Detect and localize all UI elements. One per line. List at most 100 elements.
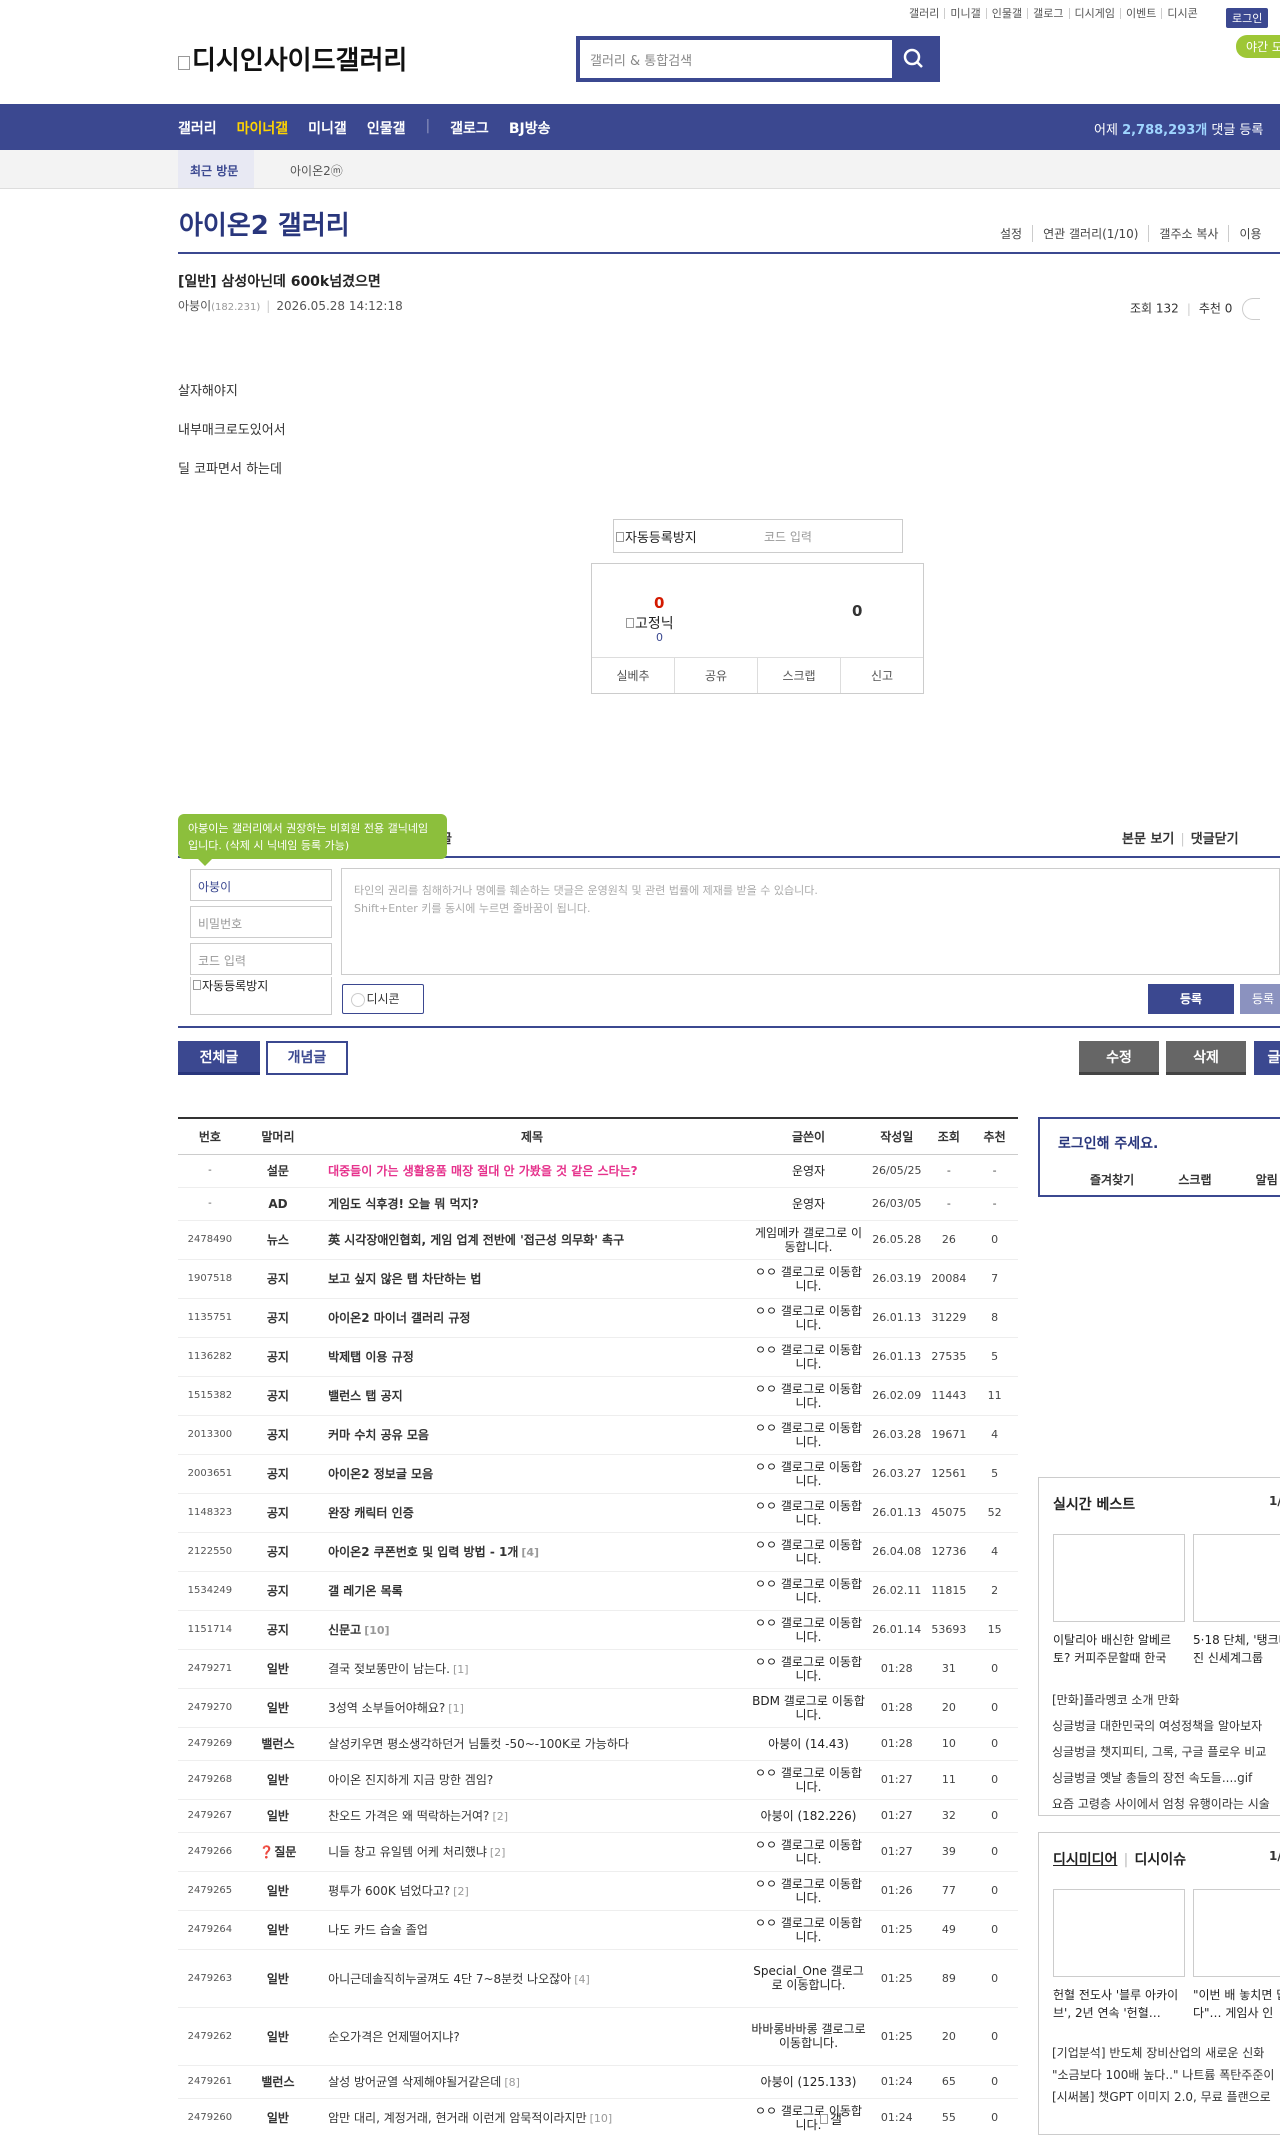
post-writer[interactable]: 아붕이 (182.226) [750, 1799, 867, 1833]
post-writer[interactable]: ㅇㅇ 갤로그로 이동합니다. [750, 1832, 867, 1872]
gallery-title[interactable]: 아이온2 갤러리 [179, 205, 350, 242]
copy-address-link[interactable]: 갤주소 복사 [1148, 225, 1228, 242]
post-row[interactable]: 2479270 일반 3성역 소부들어야해요? [1] BDM 갤로그로 이동합니다. 0… [178, 1688, 1018, 1728]
login-button[interactable]: 로그인 [1226, 8, 1269, 28]
best-list-item[interactable]: [만화]플라멩코 소개 만화 [1052, 1687, 1270, 1713]
realtime-best-title[interactable]: 실시간 베스트 [1053, 1494, 1135, 1514]
comment-count[interactable]: [4] [574, 1973, 590, 1986]
login-prompt[interactable]: 로그인해 주세요. [1058, 1133, 1158, 1153]
post-row[interactable]: 2479268 일반 아이온 진지하게 지금 망한 겜임? ㅇㅇ 갤로그로 이동합니다… [178, 1760, 1018, 1800]
nav-gallery[interactable]: 갤러리 [178, 118, 217, 138]
post-row[interactable]: 2479261 밸런스 살성 방어균열 삭제해야될거같은데 [8] 아붕이 (125.1… [178, 2065, 1018, 2099]
post-row[interactable]: 2479271 일반 결국 젖보똥만이 남는다. [1] ㅇㅇ 갤로그로 이동합니다. 0… [178, 1649, 1018, 1689]
post-subject-link[interactable]: 살성키우면 평소생각하던거 님툴컷 -50~-100K로 가능하다 [314, 1727, 751, 1761]
post-writer[interactable]: Special_One 갤로그로 이동합니다. [750, 1949, 867, 2008]
media-caption[interactable]: "이번 배 놓치면 답 없다"… 게임사 인 [1193, 1986, 1280, 2022]
post-row[interactable]: 1148323 공지 완장 캐릭터 인증 ㅇㅇ 갤로그로 이동합니다. 26.01.13… [178, 1493, 1018, 1533]
top-link[interactable]: 디시게임 [1068, 8, 1120, 19]
post-writer[interactable]: 게임메카 갤로그로 이동합니다. [750, 1220, 867, 1260]
nav-minor-gallery[interactable]: 마이너갤 [237, 118, 289, 138]
post-subject-link[interactable]: 아이온2 마이너 갤러리 규정 [314, 1298, 751, 1338]
post-subject-link[interactable]: 갤 레기온 목록 [314, 1571, 751, 1611]
comment-textarea[interactable]: 타인의 권리를 침해하거나 명예를 훼손하는 댓글은 운영원칙 및 관련 법률에… [341, 868, 1280, 975]
post-row[interactable]: 1135751 공지 아이온2 마이너 갤러리 규정 ㅇㅇ 갤로그로 이동합니다. 26… [178, 1298, 1018, 1338]
scrap-button[interactable]: 스크랩 [757, 658, 840, 693]
write-button[interactable]: 글 [1254, 1041, 1280, 1075]
post-subject-link[interactable]: 니들 창고 유일템 어케 처리했냐 [2] [314, 1832, 751, 1872]
comment-count[interactable]: [4] [521, 1546, 539, 1559]
comment-register-and-button[interactable]: 등록 [1240, 984, 1280, 1014]
comment-count[interactable]: [1] [448, 1702, 464, 1715]
best-list-item[interactable]: 싱글벙글 옛날 총들의 장전 속도들....gif [1052, 1765, 1270, 1791]
comment-count[interactable]: [1] [453, 1663, 469, 1676]
post-subject-link[interactable]: 아이온2 정보글 모음 [314, 1454, 751, 1494]
top-link[interactable]: 인물갤 [985, 8, 1027, 19]
alerts-link[interactable]: 알림 [1256, 1173, 1278, 1187]
post-writer[interactable]: ㅇㅇ 갤로그로 이동합니다. [750, 1610, 867, 1650]
post-subject-link[interactable]: 게임도 식후경! 오늘 뭐 먹지? [314, 1187, 751, 1221]
post-row[interactable]: 2013300 공지 커마 수치 공유 모음 ㅇㅇ 갤로그로 이동합니다. 26.03.… [178, 1415, 1018, 1455]
nav-mini-gallery[interactable]: 미니갤 [308, 118, 347, 138]
all-posts-button[interactable]: 전체글 [178, 1041, 260, 1075]
post-row[interactable]: 2479269 밸런스 살성키우면 평소생각하던거 님툴컷 -50~-100K로 가… [178, 1727, 1018, 1761]
best-caption[interactable]: 5·18 단체, '탱크데이' 용진 신세계그룹 [1193, 1631, 1280, 1667]
best-list-item[interactable]: 싱글벙글 대한민국의 여성정책을 알아보자 [1052, 1713, 1270, 1739]
post-writer[interactable]: ㅇㅇ 갤로그로 이동합니다. [750, 1871, 867, 1911]
post-author[interactable]: 아붕이 [178, 299, 211, 313]
top-link[interactable]: 갤로그 [1027, 8, 1068, 19]
post-subject-link[interactable]: 순오가격은 언제떨어지냐? [314, 2007, 751, 2066]
post-subject-link[interactable]: 아이온2 쿠폰번호 및 입력 방법 - 1개 [4] [314, 1532, 751, 1572]
best-caption[interactable]: 이탈리아 배신한 알베르토? 커피주문할때 한국 [1053, 1631, 1187, 1667]
post-row[interactable]: - 설문 대중들이 가는 생활용품 매장 절대 안 가봤을 것 같은 스타는? 운영자… [178, 1154, 1018, 1188]
post-writer[interactable]: ㅇㅇ 갤로그로 이동합니다. [750, 1571, 867, 1611]
post-row[interactable]: 1151714 공지 신문고 [10] ㅇㅇ 갤로그로 이동합니다. 26.01.14 53… [178, 1610, 1018, 1650]
post-subject-link[interactable]: 신문고 [10] [314, 1610, 751, 1650]
comment-count[interactable]: [2] [492, 1810, 508, 1823]
post-writer[interactable]: ㅇㅇ 갤로그로 이동합니다. [750, 1415, 867, 1455]
best-list-item[interactable]: 요즘 고령층 사이에서 엄청 유행이라는 시술 [1052, 1791, 1270, 1817]
post-row[interactable]: - AD 게임도 식후경! 오늘 뭐 먹지? 운영자 26/03/05 - - [178, 1187, 1018, 1221]
concept-posts-button[interactable]: 개념글 [266, 1041, 348, 1075]
post-row[interactable]: 2479267 일반 찬오드 가격은 왜 떡락하는거여? [2] 아붕이 (182.22… [178, 1799, 1018, 1833]
comment-count[interactable]: [10] [364, 1624, 389, 1637]
post-row[interactable]: 2122550 공지 아이온2 쿠폰번호 및 입력 방법 - 1개 [4] ㅇㅇ 갤로그… [178, 1532, 1018, 1572]
post-subject-link[interactable]: 밸런스 탭 공지 [314, 1376, 751, 1416]
post-writer[interactable]: ㅇㅇ 갤로그로 이동합니다. [750, 1298, 867, 1338]
post-subject-link[interactable]: 결국 젖보똥만이 남는다. [1] [314, 1649, 751, 1689]
comment-code-field[interactable]: 코드 입력 [190, 943, 332, 975]
site-logo[interactable]: 디시인사이드갤러리 [178, 40, 407, 77]
post-row[interactable]: 2003651 공지 아이온2 정보글 모음 ㅇㅇ 갤로그로 이동합니다. 26.03.… [178, 1454, 1018, 1494]
post-row[interactable]: 2478490 뉴스 英 시각장애인협회, 게임 업계 전반에 '접근성 의무화' … [178, 1220, 1018, 1260]
post-subject-link[interactable]: 나도 카드 습술 졸업 [314, 1910, 751, 1950]
post-writer[interactable]: ㅇㅇ 갤로그로 이동합니다. [750, 1337, 867, 1377]
post-row[interactable]: 2479266 ❓질문 니들 창고 유일템 어케 처리했냐 [2] ㅇㅇ 갤로그로 이동… [178, 1832, 1018, 1872]
post-writer[interactable]: ㅇㅇ 갤로그로 이동합니다. [750, 1259, 867, 1299]
post-subject-link[interactable]: 아니근데솔직히누굴껴도 4단 7~8분컷 나오잖아 [4] [314, 1949, 751, 2008]
post-writer[interactable]: ㅇㅇ 갤로그로 이동합니다. [750, 1649, 867, 1689]
post-row[interactable]: 2479262 일반 순오가격은 언제떨어지냐? 바바롱바바롱 갤로그로 이동합니다.… [178, 2007, 1018, 2066]
report-button[interactable]: 신고 [840, 658, 923, 693]
post-writer[interactable]: ㅇㅇ 갤로그로 이동합니다. [750, 1454, 867, 1494]
post-writer[interactable]: ㅇㅇ 갤로그로 이동합니다. [750, 1493, 867, 1533]
post-writer[interactable]: ㅇㅇ 갤로그로 이동합니다. [750, 1376, 867, 1416]
nickname-field[interactable]: 아붕이 [190, 869, 332, 901]
post-writer[interactable]: ㅇㅇ 갤로그로 이동합니다. [750, 1910, 867, 1950]
password-field[interactable]: 비밀번호 [190, 906, 332, 938]
post-subject-link[interactable]: 英 시각장애인협회, 게임 업계 전반에 '접근성 의무화' 촉구 [314, 1220, 751, 1260]
post-row[interactable]: 2479265 일반 평투가 600K 넘었다고? [2] ㅇㅇ 갤로그로 이동합니다.… [178, 1871, 1018, 1911]
close-comments-link[interactable]: 댓글닫기 [1191, 832, 1239, 847]
post-row[interactable]: 1515382 공지 밸런스 탭 공지 ㅇㅇ 갤로그로 이동합니다. 26.02.09 1… [178, 1376, 1018, 1416]
top-link[interactable]: 디시콘 [1161, 8, 1202, 19]
edit-button[interactable]: 수정 [1079, 1041, 1159, 1075]
comment-register-button[interactable]: 등록 [1148, 984, 1234, 1014]
comment-shortcut-icon[interactable] [1242, 298, 1261, 320]
delete-button[interactable]: 삭제 [1166, 1041, 1246, 1075]
post-subject-link[interactable]: 박제탭 이용 규정 [314, 1337, 751, 1377]
post-row[interactable]: 2479260 일반 암만 대리, 계정거래, 현거래 이런게 암묵적이라지만 [10… [178, 2098, 1018, 2135]
top-link[interactable]: 미니갤 [944, 8, 985, 19]
media-list-item[interactable]: [기업분석] 반도체 장비산업의 새로운 신화 [1052, 2042, 1274, 2064]
related-gallery-link[interactable]: 연관 갤러리(1/10) [1032, 225, 1148, 242]
share-button[interactable]: 공유 [674, 658, 757, 693]
dccon-button[interactable]: 디시콘 [342, 984, 424, 1014]
favorites-link[interactable]: 즐겨찾기 [1090, 1173, 1134, 1187]
